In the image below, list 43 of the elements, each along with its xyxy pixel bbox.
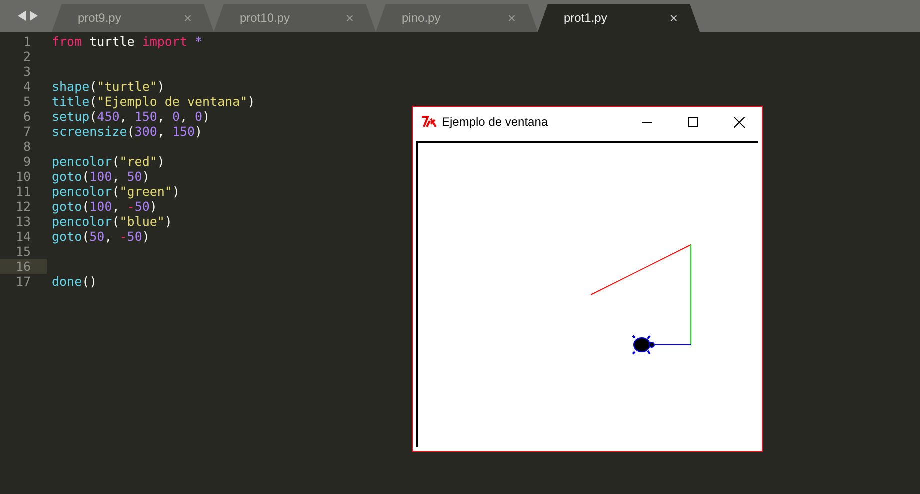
line-number: 15	[14, 244, 32, 259]
line-number: 3	[22, 64, 32, 79]
line-number: 10	[14, 169, 32, 184]
line-number: 4	[22, 79, 32, 94]
line-number: 2	[22, 49, 32, 64]
file-tab[interactable]: prot10.py ×	[214, 4, 376, 32]
code-line: done()	[52, 274, 98, 289]
close-icon	[734, 116, 744, 128]
code-line: goto(100, -50)	[52, 199, 158, 214]
tk-logo-icon	[421, 116, 437, 128]
line-number: 16	[14, 259, 32, 274]
code-line: screensize(300, 150)	[52, 124, 203, 139]
code-line: shape("turtle")	[52, 79, 165, 94]
close-tab-button[interactable]: ×	[184, 10, 192, 26]
file-tab[interactable]: prot9.py ×	[52, 4, 214, 32]
line-number: 1	[22, 34, 32, 49]
code-line: pencolor("blue")	[52, 214, 172, 229]
code-line: goto(100, 50)	[52, 169, 150, 184]
right-arrow-icon[interactable]	[30, 11, 38, 21]
code-line: from turtle import *	[52, 34, 203, 49]
close-tab-button[interactable]: ×	[508, 10, 516, 26]
close-tab-button[interactable]: ×	[670, 10, 678, 26]
line-number: 17	[14, 274, 32, 289]
line-number: 8	[22, 139, 32, 154]
code-line: goto(50, -50)	[52, 229, 150, 244]
line-number: 13	[14, 214, 32, 229]
code-line: title("Ejemplo de ventana")	[52, 94, 256, 109]
code-line: setup(450, 150, 0, 0)	[52, 109, 210, 124]
file-tab[interactable]: pino.py ×	[376, 4, 538, 32]
line-number: 7	[22, 124, 32, 139]
line-number: 6	[22, 109, 32, 124]
window-title: Ejemplo de ventana	[442, 115, 550, 129]
line-number: 9	[22, 154, 32, 169]
line-number: 5	[22, 94, 32, 109]
maximize-icon	[688, 117, 698, 127]
line-number: 14	[14, 229, 32, 244]
line-number: 12	[14, 199, 32, 214]
line-number: 11	[14, 184, 32, 199]
code-line: pencolor("red")	[52, 154, 165, 169]
code-line: pencolor("green")	[52, 184, 180, 199]
file-tab[interactable]: prot1.py ×	[538, 4, 700, 32]
close-tab-button[interactable]: ×	[346, 10, 354, 26]
left-arrow-icon[interactable]	[18, 11, 26, 21]
